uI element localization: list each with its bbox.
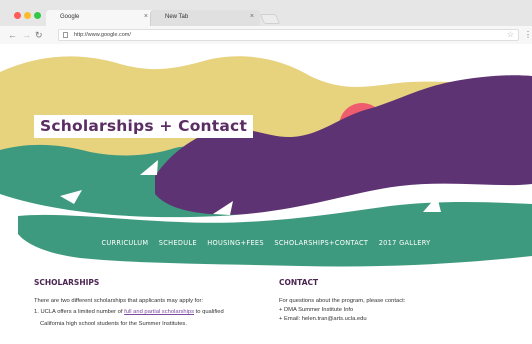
- scholarship-item-1-line-2: California high school students for the …: [40, 321, 187, 327]
- tab-label: Google: [60, 14, 80, 20]
- scholarship-item-1-prefix: 1. UCLA offers a limited number of: [34, 309, 125, 315]
- contact-heading: CONTACT: [279, 278, 319, 287]
- tab-strip: Google × New Tab ×: [0, 0, 532, 26]
- nav-item-housing-fees[interactable]: HOUSING+FEES: [207, 239, 264, 247]
- url-text[interactable]: http://www.google.com/: [74, 31, 131, 40]
- tab-close-icon[interactable]: ×: [250, 13, 254, 20]
- minimize-window-button[interactable]: [24, 12, 31, 19]
- nav-item-schedule[interactable]: SCHEDULE: [159, 239, 197, 247]
- browser-toolbar: ← → ↻ http://www.google.com/ ☆ ⋮: [0, 26, 532, 44]
- nav-item-curriculum[interactable]: CURRICULUM: [101, 239, 148, 247]
- forward-arrow-icon[interactable]: →: [22, 29, 31, 41]
- contact-item-info[interactable]: + DMA Summer Institute Info: [279, 306, 353, 315]
- web-page: Scholarships + Contact CURRICULUM SCHEDU…: [0, 44, 532, 344]
- new-tab-button[interactable]: [259, 14, 281, 24]
- nav-item-scholarships-contact[interactable]: SCHOLARSHIPS+CONTACT: [274, 239, 368, 247]
- nav-item-gallery[interactable]: 2017 GALLERY: [379, 239, 431, 247]
- scholarship-item-1-suffix: to qualified: [194, 309, 224, 315]
- main-nav: CURRICULUM SCHEDULE HOUSING+FEES SCHOLAR…: [0, 232, 532, 250]
- back-arrow-icon[interactable]: ←: [8, 29, 17, 41]
- maximize-window-button[interactable]: [34, 12, 41, 19]
- menu-dots-icon[interactable]: ⋮: [524, 29, 532, 41]
- scholarships-intro: There are two different scholarships tha…: [34, 298, 204, 304]
- contact-intro: For questions about the program, please …: [279, 298, 406, 304]
- browser-chrome: Google × New Tab × ← → ↻ http://www.goog…: [0, 0, 532, 44]
- tab-google[interactable]: Google ×: [46, 10, 154, 26]
- scholarships-link[interactable]: full and partial scholarships: [124, 309, 194, 315]
- scholarships-heading: SCHOLARSHIPS: [34, 278, 100, 287]
- tab-close-icon[interactable]: ×: [144, 13, 148, 20]
- tab-label: New Tab: [165, 14, 189, 20]
- scholarship-item-1: 1. UCLA offers a limited number of full …: [34, 308, 224, 317]
- tab-new-tab[interactable]: New Tab ×: [150, 10, 260, 26]
- reload-icon[interactable]: ↻: [35, 29, 43, 41]
- page-icon: [63, 32, 68, 38]
- contact-item-email[interactable]: + Email: helen.tran@arts.ucla.edu: [279, 315, 367, 324]
- star-icon[interactable]: ☆: [507, 30, 514, 40]
- page-title: Scholarships + Contact: [34, 115, 254, 138]
- address-bar[interactable]: http://www.google.com/ ☆: [58, 29, 519, 41]
- close-window-button[interactable]: [14, 12, 21, 19]
